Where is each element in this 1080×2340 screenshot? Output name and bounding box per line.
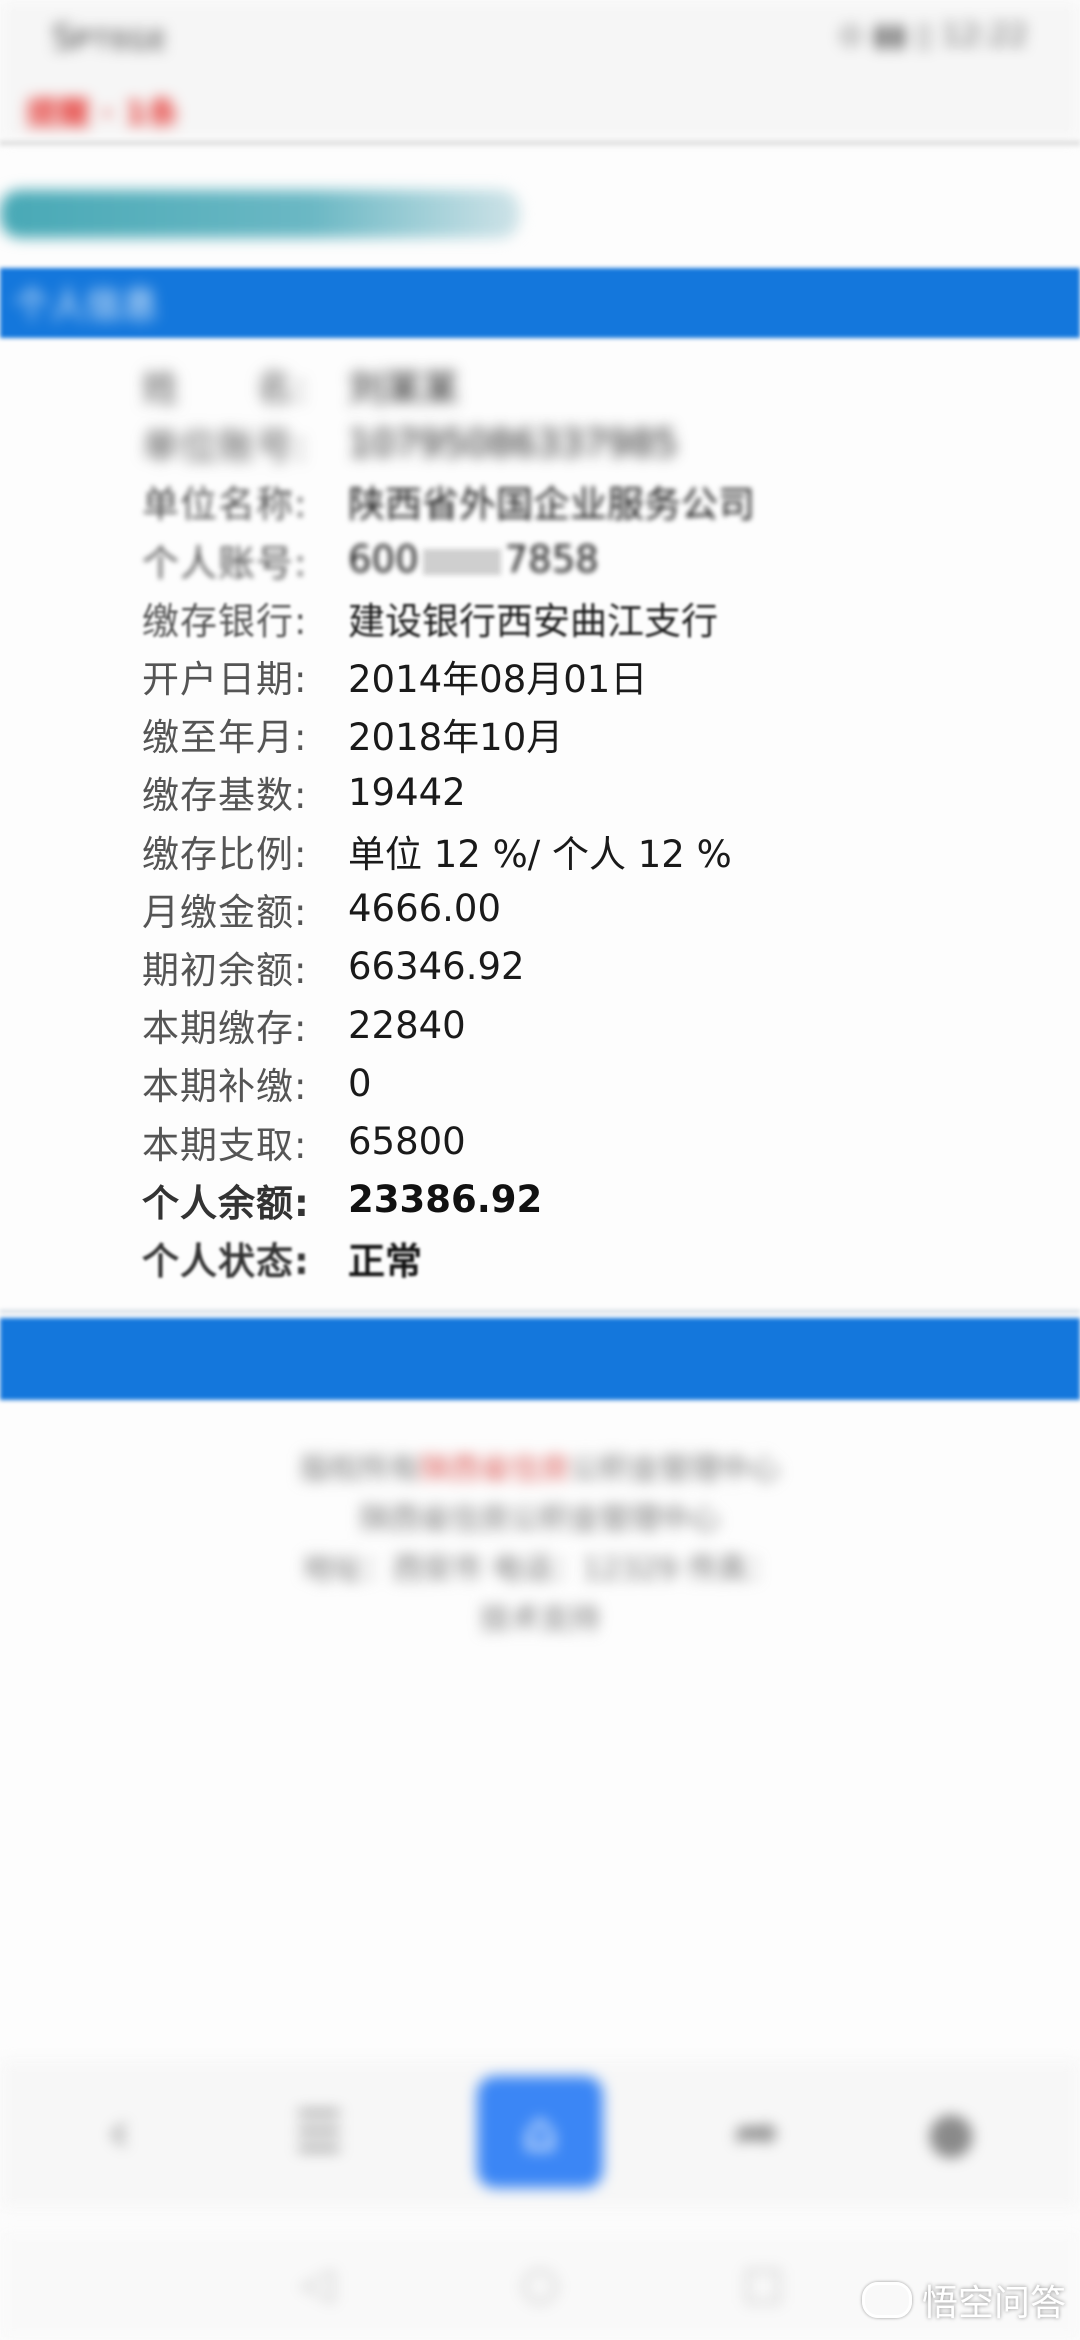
info-label: 期初余额:: [142, 948, 308, 992]
info-label: 个人账号:: [142, 541, 308, 585]
share-icon[interactable]: ➦: [712, 2088, 802, 2178]
info-value: 23386.92: [348, 1178, 543, 1222]
info-row-unit-account: 单位账号: 10795086337985: [142, 414, 755, 472]
info-row-opening-balance: 期初余额: 66346.92: [142, 938, 755, 996]
info-row-personal-status: 个人状态: 正常: [142, 1229, 755, 1287]
info-row-bank: 缴存银行: 建设银行西安曲江支行: [142, 589, 755, 647]
footer-support: 技术支持: [480, 1602, 600, 1637]
info-row-personal-balance: 个人余额: 23386.92: [142, 1171, 755, 1229]
info-row-period-withdrawal: 本期支取: 65800: [142, 1112, 755, 1170]
info-value: 刘某某: [348, 367, 459, 411]
footer-link[interactable]: 陕西省住房: [420, 1452, 570, 1487]
info-value: 19442: [348, 770, 466, 814]
info-label: 单位名称:: [142, 483, 308, 527]
account-suffix: 7858: [504, 538, 599, 582]
info-value: 66346.92: [348, 945, 525, 989]
footer-copyright: 版权所有陕西省住房公积金管理中心: [0, 1445, 1080, 1495]
back-arrow-icon[interactable]: ‹: [74, 2088, 164, 2178]
nav-back-icon[interactable]: ◁: [282, 2258, 352, 2310]
info-value: 22840: [348, 1003, 466, 1047]
info-row-name: 姓 名: 刘某某: [142, 356, 755, 414]
site-footer: 版权所有陕西省住房公积金管理中心 陕西省住房公积金管理中心 地址：西安市 电话：…: [0, 1445, 1080, 1645]
nav-recent-icon[interactable]: □: [728, 2258, 798, 2310]
info-label: 个人余额:: [142, 1181, 310, 1225]
info-value: 4666.00: [348, 887, 502, 931]
footer-org: 陕西省住房公积金管理中心: [360, 1502, 720, 1537]
info-label: 缴存比例:: [142, 832, 308, 876]
info-label: 缴至年月:: [142, 716, 308, 760]
table-bottom-rule: [0, 1310, 1080, 1313]
info-label: 开户日期:: [142, 658, 308, 702]
info-value: 单位 12 %/ 个人 12 %: [348, 832, 732, 876]
info-row-ratio: 缴存比例: 单位 12 %/ 个人 12 %: [142, 822, 755, 880]
info-row-period-deposit: 本期缴存: 22840: [142, 996, 755, 1054]
nav-home-icon[interactable]: ○: [505, 2258, 575, 2310]
menu-icon[interactable]: ☰: [274, 2088, 364, 2178]
info-value: 0: [348, 1061, 372, 1105]
profile-icon[interactable]: ●: [906, 2088, 996, 2178]
info-value: 10795086337985: [348, 421, 678, 465]
info-row-period-supplement: 本期补缴: 0: [142, 1054, 755, 1112]
account-info-table: 姓 名: 刘某某 单位账号: 10795086337985 单位名称: 陕西省外…: [142, 356, 755, 1287]
carrier-text: Sᴘᴛᴇɢᴇ: [52, 18, 166, 58]
info-value: 2018年10月: [348, 716, 564, 760]
section-title: 个人信息: [14, 285, 159, 326]
footer-text: 公积金管理中心: [570, 1452, 780, 1487]
browser-toolbar: ‹ ☰ ⌂ ➦ ●: [0, 2060, 1080, 2210]
info-label: 月缴金额:: [142, 890, 308, 934]
info-row-base: 缴存基数: 19442: [142, 763, 755, 821]
info-row-personal-account: 个人账号: 600 7858: [142, 531, 755, 589]
info-value: 600 7858: [348, 538, 599, 581]
info-label: 单位账号:: [142, 425, 308, 469]
info-value: 正常: [348, 1239, 422, 1283]
info-value: 65800: [348, 1120, 466, 1164]
info-row-open-date: 开户日期: 2014年08月01日: [142, 647, 755, 705]
info-row-monthly-amount: 月缴金额: 4666.00: [142, 880, 755, 938]
info-value: 建设银行西安曲江支行: [348, 599, 718, 643]
info-value: 陕西省外国企业服务公司: [348, 483, 755, 527]
speech-bubble-icon: [861, 2282, 912, 2318]
status-icons: ⊙ ▮▮ ▯ 12:22: [838, 18, 1028, 53]
footer-text: 版权所有: [300, 1452, 420, 1487]
watermark: 悟空问答: [861, 2274, 1066, 2326]
home-icon[interactable]: ⌂: [477, 2076, 603, 2188]
info-value: 2014年08月01日: [348, 658, 648, 702]
watermark-text: 悟空问答: [921, 2283, 1066, 2324]
status-bar: Sᴘᴛᴇɢᴇ ⊙ ▮▮ ▯ 12:22 提醒 · 1条: [0, 0, 1080, 140]
info-label: 本期支取:: [142, 1123, 308, 1167]
notification-text[interactable]: 提醒 · 1条: [26, 88, 179, 134]
screenshot-page: Sᴘᴛᴇɢᴇ ⊙ ▮▮ ▯ 12:22 提醒 · 1条 个人信息 姓 名: 刘某…: [0, 0, 1080, 2340]
top-link-banner[interactable]: [0, 190, 520, 238]
header-divider: [0, 140, 1080, 146]
info-label: 姓 名:: [142, 367, 308, 411]
info-label: 缴存基数:: [142, 774, 308, 818]
info-label: 本期补缴:: [142, 1065, 308, 1109]
info-label: 个人状态:: [142, 1239, 310, 1283]
section-header-bar: 个人信息: [0, 268, 1080, 338]
info-row-paid-until: 缴至年月: 2018年10月: [142, 705, 755, 763]
account-prefix: 600: [348, 538, 419, 582]
info-row-unit-name: 单位名称: 陕西省外国企业服务公司: [142, 472, 755, 530]
footer-address: 地址：西安市 电话：12329 传真：: [302, 1552, 778, 1587]
info-label: 本期缴存:: [142, 1007, 308, 1051]
info-label: 缴存银行:: [142, 599, 308, 643]
section-footer-bar: [0, 1318, 1080, 1400]
redaction-mask: [422, 548, 501, 575]
